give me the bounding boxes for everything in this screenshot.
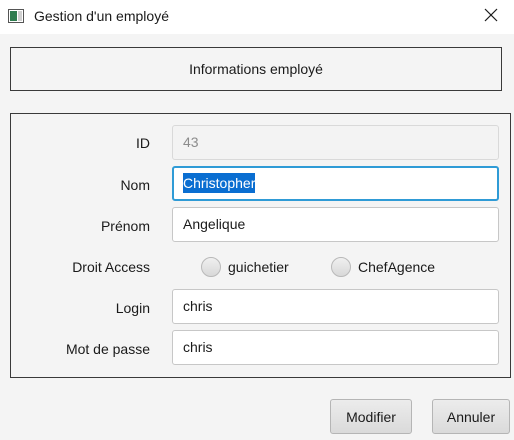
login-label: Login [115,300,150,316]
id-label: ID [136,135,150,151]
nom-value: Christopher [183,173,256,193]
radio-chefagence-label: ChefAgence [358,259,436,275]
close-icon [484,8,498,27]
title-bar: Gestion d'un employé [0,0,514,34]
nom-label: Nom [120,177,150,193]
cancel-button[interactable]: Annuler [432,399,510,434]
modify-button[interactable]: Modifier [330,399,412,434]
radio-chefagence[interactable]: ChefAgence [331,257,435,277]
password-input[interactable]: chris [172,330,499,365]
section-header-title: Informations employé [189,61,323,77]
app-window-icon [8,9,24,23]
modify-button-label: Modifier [346,408,396,425]
droit-access-label: Droit Access [72,259,150,275]
login-value: chris [183,298,213,314]
password-label: Mot de passe [65,341,150,357]
password-value: chris [183,339,213,355]
nom-input[interactable]: Christopher [172,166,499,201]
prenom-label: Prénom [100,218,150,234]
id-value: 43 [183,134,199,150]
employee-dialog: Gestion d'un employé Informations employ… [0,0,514,440]
radio-guichetier-circle[interactable] [201,257,221,277]
radio-chefagence-circle[interactable] [331,257,351,277]
cancel-button-label: Annuler [446,408,496,425]
close-button[interactable] [468,0,514,34]
radio-guichetier[interactable]: guichetier [201,257,289,277]
radio-guichetier-label: guichetier [228,259,289,275]
login-input[interactable]: chris [172,289,499,324]
prenom-input[interactable]: Angelique [172,207,499,242]
window-title: Gestion d'un employé [34,8,169,24]
section-header: Informations employé [10,47,502,91]
employee-form: ID 43 Nom Christopher Prénom Angelique D… [10,113,511,378]
prenom-value: Angelique [183,216,246,232]
id-field: 43 [172,125,499,160]
